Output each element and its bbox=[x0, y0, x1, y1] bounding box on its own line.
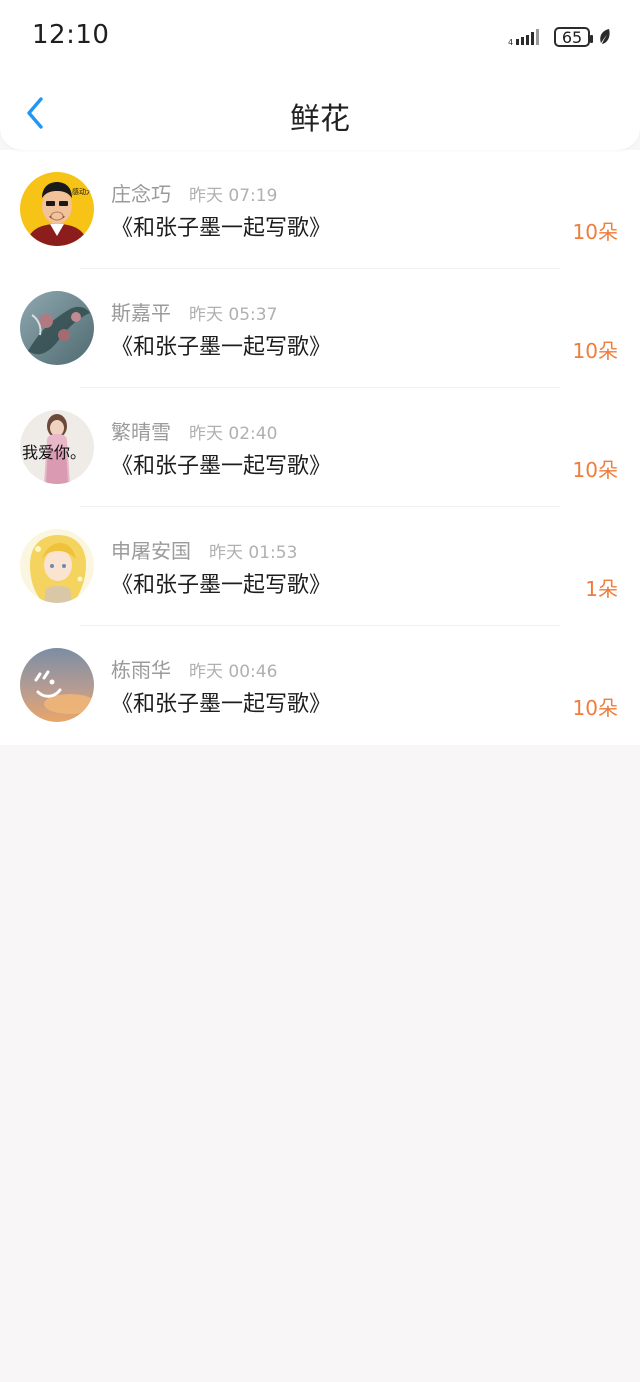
timestamp: 昨天 00:46 bbox=[189, 662, 278, 682]
signal-icon: 4 bbox=[508, 29, 539, 47]
sender-name[interactable]: 斯嘉平 bbox=[111, 297, 171, 326]
flower-count: 10朵 bbox=[572, 220, 618, 244]
flower-count: 10朵 bbox=[572, 339, 618, 363]
svg-text:感动大叔: 感动大叔 bbox=[72, 187, 94, 196]
status-time: 12:10 bbox=[32, 20, 110, 50]
flower-count: 1朵 bbox=[585, 577, 618, 601]
avatar[interactable] bbox=[20, 648, 94, 722]
sender-name[interactable]: 申屠安国 bbox=[111, 535, 191, 564]
flower-list: 感动大叔 庄念巧 昨天 07:19 《和张子墨一起写歌》 10朵 bbox=[0, 150, 640, 745]
item-meta: 申屠安国 昨天 01:53 bbox=[111, 535, 297, 564]
timestamp: 昨天 02:40 bbox=[189, 424, 278, 444]
avatar-text: 我爱你。 bbox=[22, 443, 86, 462]
battery-level: 65 bbox=[561, 27, 583, 47]
avatar[interactable]: 感动大叔 bbox=[20, 172, 94, 246]
list-item[interactable]: 斯嘉平 昨天 05:37 《和张子墨一起写歌》 10朵 bbox=[0, 269, 640, 388]
avatar-flower-hand-icon bbox=[20, 291, 94, 365]
avatar-cartoon-man-icon: 感动大叔 bbox=[20, 172, 94, 246]
leaf-icon bbox=[600, 29, 610, 44]
flower-count: 10朵 bbox=[572, 458, 618, 482]
song-title[interactable]: 《和张子墨一起写歌》 bbox=[111, 448, 331, 480]
song-title[interactable]: 《和张子墨一起写歌》 bbox=[111, 210, 331, 242]
timestamp: 昨天 01:53 bbox=[209, 543, 298, 563]
avatar-sunset-sky-icon bbox=[20, 648, 94, 722]
item-meta: 斯嘉平 昨天 05:37 bbox=[111, 297, 277, 326]
list-item[interactable]: 感动大叔 庄念巧 昨天 07:19 《和张子墨一起写歌》 10朵 bbox=[0, 150, 640, 269]
item-meta: 庄念巧 昨天 07:19 bbox=[111, 178, 277, 207]
avatar-anime-girl-icon bbox=[20, 529, 94, 603]
list-item[interactable]: 我爱你。 繁晴雪 昨天 02:40 《和张子墨一起写歌》 10朵 bbox=[0, 388, 640, 507]
flower-count: 10朵 bbox=[572, 696, 618, 720]
sender-name[interactable]: 繁晴雪 bbox=[111, 416, 171, 445]
item-meta: 繁晴雪 昨天 02:40 bbox=[111, 416, 277, 445]
song-title[interactable]: 《和张子墨一起写歌》 bbox=[111, 567, 331, 599]
item-meta: 栋雨华 昨天 00:46 bbox=[111, 654, 277, 683]
timestamp: 昨天 07:19 bbox=[189, 186, 278, 206]
avatar[interactable] bbox=[20, 529, 94, 603]
battery-icon: 65 bbox=[554, 27, 593, 47]
svg-text:4: 4 bbox=[508, 38, 513, 47]
avatar[interactable] bbox=[20, 291, 94, 365]
avatar-girl-text-icon: 我爱你。 bbox=[20, 410, 94, 484]
timestamp: 昨天 05:37 bbox=[189, 305, 278, 325]
avatar[interactable]: 我爱你。 bbox=[20, 410, 94, 484]
song-title[interactable]: 《和张子墨一起写歌》 bbox=[111, 686, 331, 718]
list-item[interactable]: 申屠安国 昨天 01:53 《和张子墨一起写歌》 1朵 bbox=[0, 507, 640, 626]
page-title: 鲜花 bbox=[290, 102, 350, 137]
song-title[interactable]: 《和张子墨一起写歌》 bbox=[111, 329, 331, 361]
status-icons: 4 65 bbox=[508, 24, 612, 50]
sender-name[interactable]: 栋雨华 bbox=[111, 654, 171, 683]
sender-name[interactable]: 庄念巧 bbox=[111, 178, 171, 207]
list-item[interactable]: 栋雨华 昨天 00:46 《和张子墨一起写歌》 10朵 bbox=[0, 626, 640, 745]
top-bar: 12:10 4 65 鲜花 bbox=[0, 0, 640, 150]
